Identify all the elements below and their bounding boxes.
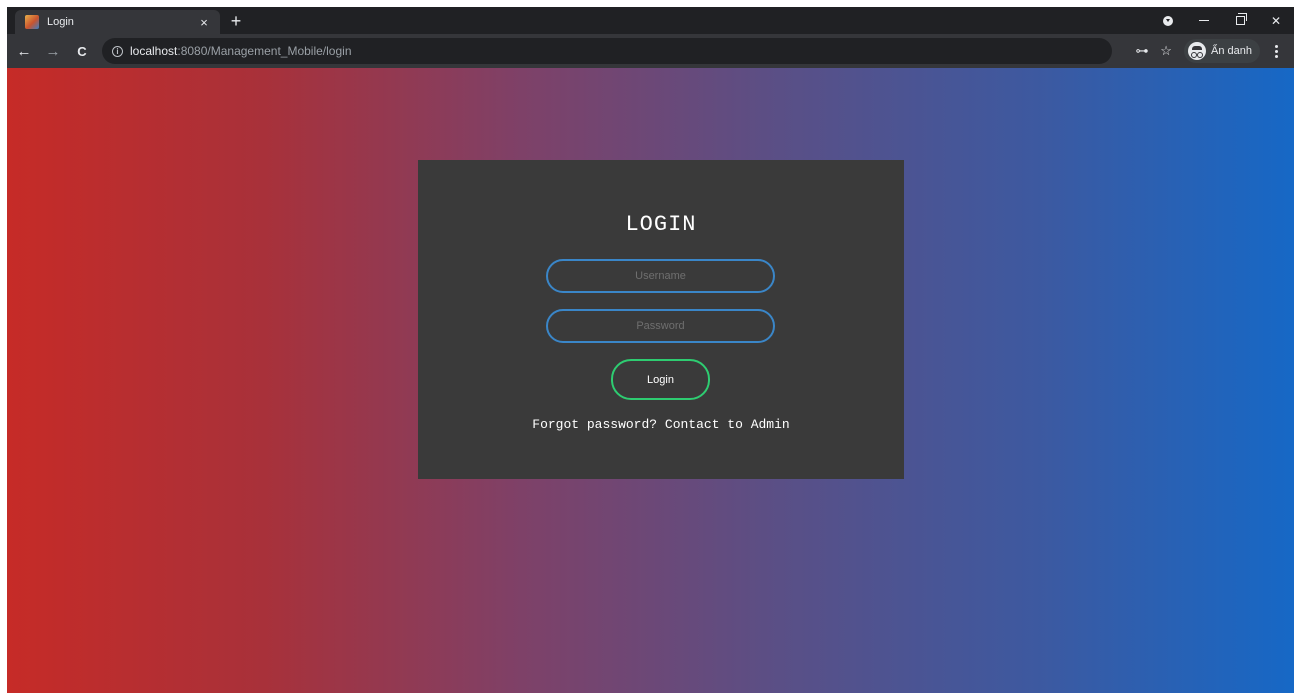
browser-toolbar: ← → C i localhost :8080/Management_Mobil… <box>7 34 1294 68</box>
back-button[interactable]: ← <box>12 39 36 63</box>
forward-button[interactable]: → <box>41 39 65 63</box>
bookmark-star-icon[interactable]: ☆ <box>1154 39 1178 63</box>
url-host: localhost <box>130 44 178 58</box>
login-button[interactable]: Login <box>611 359 710 400</box>
url-path: :8080/Management_Mobile/login <box>177 44 352 58</box>
address-bar[interactable]: i localhost :8080/Management_Mobile/logi… <box>102 38 1112 64</box>
tab-title: Login <box>47 16 74 28</box>
restore-button[interactable] <box>1222 7 1258 34</box>
page-viewport: LOGIN Login Forgot password? Contact to … <box>7 68 1294 693</box>
tab-login[interactable]: Login × <box>15 10 220 34</box>
tab-close-icon[interactable]: × <box>194 15 214 30</box>
close-window-button[interactable]: ✕ <box>1258 7 1294 34</box>
username-input[interactable] <box>546 259 775 293</box>
reload-button[interactable]: C <box>70 39 94 63</box>
minimize-button[interactable] <box>1186 7 1222 34</box>
incognito-label: Ẩn danh <box>1211 45 1252 57</box>
key-icon[interactable]: ⊶ <box>1130 39 1154 63</box>
new-tab-button[interactable]: + <box>225 11 247 31</box>
window-controls: ✕ <box>1150 7 1294 34</box>
incognito-icon <box>1188 42 1207 60</box>
tab-strip: Login × + ✕ <box>7 7 1294 34</box>
favicon-icon <box>25 15 39 29</box>
forgot-password-text: Forgot password? Contact to Admin <box>532 417 790 432</box>
login-card: LOGIN Login Forgot password? Contact to … <box>418 160 904 479</box>
minimize-icon <box>1199 20 1209 21</box>
more-menu-icon[interactable] <box>1266 39 1286 63</box>
password-input[interactable] <box>546 309 775 343</box>
toolbar-actions: ⊶ ☆ Ẩn danh <box>1130 39 1294 63</box>
incognito-profile-button[interactable]: Ẩn danh <box>1184 39 1260 63</box>
tab-search-button[interactable] <box>1150 7 1186 34</box>
login-title: LOGIN <box>625 212 697 237</box>
browser-window: Login × + ✕ ← → C i localhost :8080/Mana… <box>7 7 1294 693</box>
site-info-icon[interactable]: i <box>112 45 123 57</box>
restore-icon <box>1235 13 1247 25</box>
tab-search-icon <box>1163 15 1173 26</box>
